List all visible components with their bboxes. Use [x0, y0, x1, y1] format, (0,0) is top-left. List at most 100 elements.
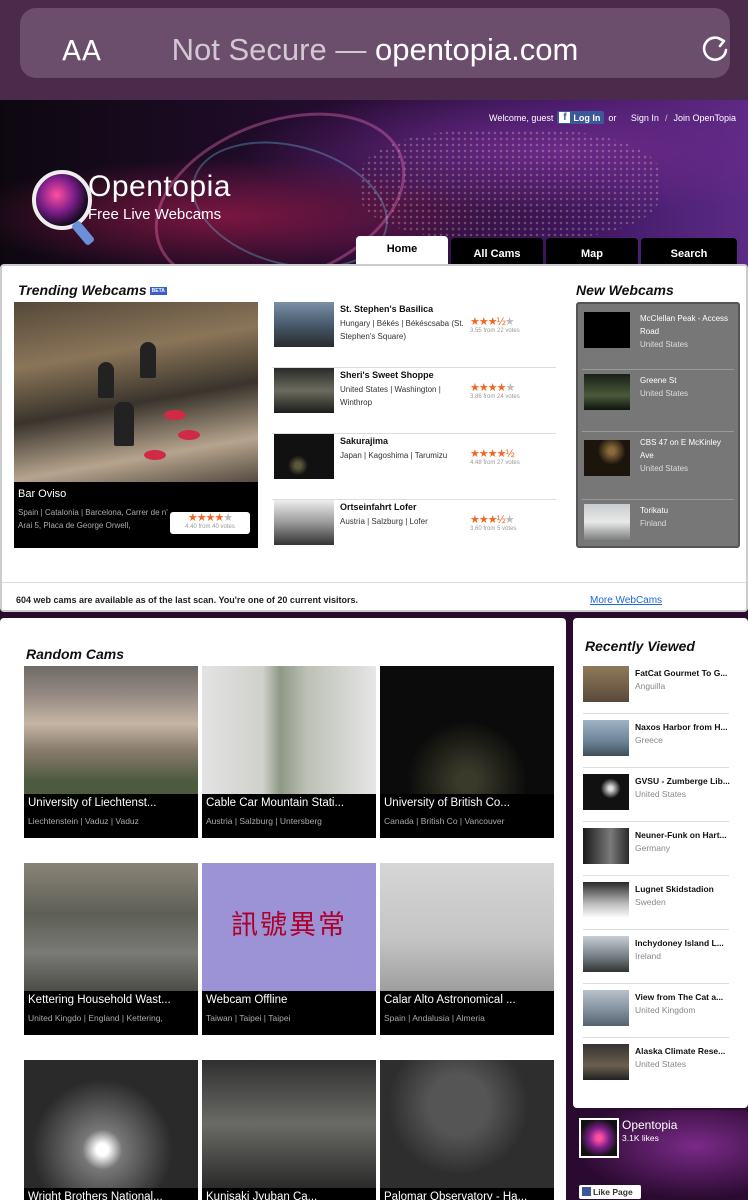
cam-name[interactable]: Palomar Observatory - Ha...	[384, 1191, 554, 1200]
random-cam-card[interactable]: Cable Car Mountain Stati... Austria | Sa…	[202, 666, 376, 838]
cam-name[interactable]: Wright Brothers National...	[28, 1191, 198, 1200]
cam-thumbnail[interactable]	[583, 882, 629, 918]
featured-cam-image[interactable]	[14, 302, 258, 482]
trending-item-rating[interactable]: ★★★★★ 3.86 from 24 votes	[470, 382, 530, 400]
facebook-login-button[interactable]: f Log In	[557, 111, 605, 124]
cam-image[interactable]: 訊號異常	[202, 863, 376, 991]
new-webcam-item[interactable]: McClellan Peak - Access Road United State…	[582, 308, 734, 370]
cam-thumbnail[interactable]	[274, 434, 334, 479]
recent-item[interactable]: Inchydoney Island L... Ireland	[583, 930, 729, 984]
trending-item-name[interactable]: St. Stephen's Basilica	[340, 304, 433, 314]
recent-item[interactable]: Neuner-Funk on Hart... Germany	[583, 822, 729, 876]
recent-item-name[interactable]: FatCat Gourmet To G...	[635, 668, 731, 678]
trending-item-name[interactable]: Sheri's Sweet Shoppe	[340, 370, 434, 380]
recent-item[interactable]: Alaska Climate Rese... United States	[583, 1038, 729, 1092]
tab-map[interactable]: Map	[546, 238, 638, 266]
tab-search[interactable]: Search	[641, 238, 737, 266]
trending-item-name[interactable]: Sakurajima	[340, 436, 388, 446]
random-cam-card[interactable]: 訊號異常 Webcam Offline Taiwan | Taipei | Ta…	[202, 863, 376, 1035]
join-link[interactable]: Join OpenTopia	[673, 113, 736, 123]
cam-thumbnail[interactable]	[274, 368, 334, 413]
recent-item-name[interactable]: Alaska Climate Rese...	[635, 1046, 731, 1056]
cam-image[interactable]	[202, 1060, 376, 1188]
star-rating-icon[interactable]: ★★★★★	[170, 512, 250, 524]
recent-item-name[interactable]: View from The Cat a...	[635, 992, 731, 1002]
cam-thumbnail[interactable]	[583, 990, 629, 1026]
star-rating-icon[interactable]: ★★★★½	[470, 448, 530, 460]
trending-item[interactable]: Sheri's Sweet Shoppe United States | Was…	[272, 368, 556, 434]
new-webcam-name[interactable]: Torikatu	[640, 506, 668, 515]
random-cam-card[interactable]: Wright Brothers National...	[24, 1060, 198, 1200]
new-webcam-name[interactable]: McClellan Peak - Access Road	[640, 314, 728, 336]
recent-item[interactable]: View from The Cat a... United Kingdom	[583, 984, 729, 1038]
random-cam-card[interactable]: Palomar Observatory - Ha...	[380, 1060, 554, 1200]
random-cam-card[interactable]: Calar Alto Astronomical ... Spain | Anda…	[380, 863, 554, 1035]
new-webcam-name[interactable]: CBS 47 on E McKinley Ave	[640, 438, 721, 460]
site-logo[interactable]: Opentopia Free Live Webcams	[30, 170, 230, 260]
cam-name[interactable]: University of British Co...	[384, 797, 554, 809]
new-webcam-name[interactable]: Greene St	[640, 376, 676, 385]
featured-rating[interactable]: ★★★★★ 4.40 from 40 votes	[170, 512, 250, 534]
trending-item-name[interactable]: Ortseinfahrt Lofer	[340, 502, 417, 512]
recent-item[interactable]: GVSU - Zumberge Lib... United States	[583, 768, 731, 822]
trending-item[interactable]: St. Stephen's Basilica Hungary | Békés |…	[272, 302, 556, 368]
cam-name[interactable]: Kunisaki Jyuban Ca...	[206, 1191, 376, 1200]
cam-thumbnail[interactable]	[583, 720, 629, 756]
recent-item-name[interactable]: Neuner-Funk on Hart...	[635, 830, 731, 840]
recent-item-name[interactable]: Lugnet Skidstadion	[635, 884, 731, 894]
tab-home[interactable]: Home	[356, 236, 448, 266]
new-webcam-item[interactable]: CBS 47 on E McKinley Ave United States	[582, 432, 734, 500]
new-webcam-item[interactable]: Greene St United States	[582, 370, 734, 432]
cam-thumbnail[interactable]	[584, 312, 630, 348]
cam-thumbnail[interactable]	[584, 374, 630, 410]
facebook-page-widget[interactable]: Opentopia 3.1K likes Like Page	[573, 1110, 748, 1200]
star-rating-icon[interactable]: ★★★½★	[470, 514, 530, 526]
cam-thumbnail[interactable]	[584, 440, 630, 476]
cam-thumbnail[interactable]	[583, 828, 629, 864]
cam-thumbnail[interactable]	[584, 504, 630, 540]
recent-item-name[interactable]: Naxos Harbor from H...	[635, 722, 731, 732]
cam-name[interactable]: Kettering Household Wast...	[28, 994, 198, 1006]
trending-item-rating[interactable]: ★★★½★ 3.55 from 22 votes	[470, 316, 530, 334]
facebook-page-name[interactable]: Opentopia	[622, 1118, 677, 1132]
cam-image[interactable]	[380, 666, 554, 794]
random-cam-card[interactable]: Kettering Household Wast... United Kingd…	[24, 863, 198, 1035]
cam-thumbnail[interactable]	[583, 774, 629, 810]
cam-thumbnail[interactable]	[274, 500, 334, 545]
more-webcams-link[interactable]: More WebCams	[590, 595, 662, 606]
recent-item-name[interactable]: GVSU - Zumberge Lib...	[635, 776, 731, 786]
facebook-page-avatar[interactable]	[579, 1118, 619, 1158]
recent-item[interactable]: Lugnet Skidstadion Sweden	[583, 876, 729, 930]
cam-thumbnail[interactable]	[583, 666, 629, 702]
cam-image[interactable]	[202, 666, 376, 794]
new-webcam-item[interactable]: Torikatu Finland	[582, 500, 734, 562]
recent-item[interactable]: FatCat Gourmet To G... Anguilla	[583, 660, 729, 714]
cam-thumbnail[interactable]	[274, 302, 334, 347]
random-cam-card[interactable]: Kunisaki Jyuban Ca...	[202, 1060, 376, 1200]
cam-image[interactable]	[24, 1060, 198, 1188]
trending-item-rating[interactable]: ★★★½★ 3.60 from 5 votes	[470, 514, 530, 532]
cam-name[interactable]: Calar Alto Astronomical ...	[384, 994, 554, 1006]
cam-thumbnail[interactable]	[583, 1044, 629, 1080]
url-display[interactable]: Not Secure — opentopia.com	[20, 32, 730, 68]
cam-image[interactable]	[380, 1060, 554, 1188]
star-rating-icon[interactable]: ★★★½★	[470, 316, 530, 328]
cam-image[interactable]	[24, 666, 198, 794]
cam-name[interactable]: University of Liechtenst...	[28, 797, 198, 809]
cam-image[interactable]	[380, 863, 554, 991]
random-cam-card[interactable]: University of Liechtenst... Liechtenstei…	[24, 666, 198, 838]
featured-cam[interactable]: Bar Oviso Spain | Catalonia | Barcelona,…	[14, 302, 258, 548]
address-bar[interactable]: AA Not Secure — opentopia.com	[20, 8, 730, 78]
recent-item-name[interactable]: Inchydoney Island L...	[635, 938, 731, 948]
cam-thumbnail[interactable]	[583, 936, 629, 972]
cam-name[interactable]: Cable Car Mountain Stati...	[206, 797, 376, 809]
like-page-button[interactable]: Like Page	[579, 1185, 641, 1199]
trending-item[interactable]: Sakurajima Japan | Kagoshima | Tarumizu …	[272, 434, 556, 500]
featured-cam-name[interactable]: Bar Oviso	[18, 488, 66, 500]
cam-image[interactable]	[24, 863, 198, 991]
random-cam-card[interactable]: University of British Co... Canada | Bri…	[380, 666, 554, 838]
trending-item-rating[interactable]: ★★★★½ 4.48 from 27 votes	[470, 448, 530, 466]
recent-item[interactable]: Naxos Harbor from H... Greece	[583, 714, 729, 768]
star-rating-icon[interactable]: ★★★★★	[470, 382, 530, 394]
sign-in-link[interactable]: Sign In	[631, 113, 659, 123]
